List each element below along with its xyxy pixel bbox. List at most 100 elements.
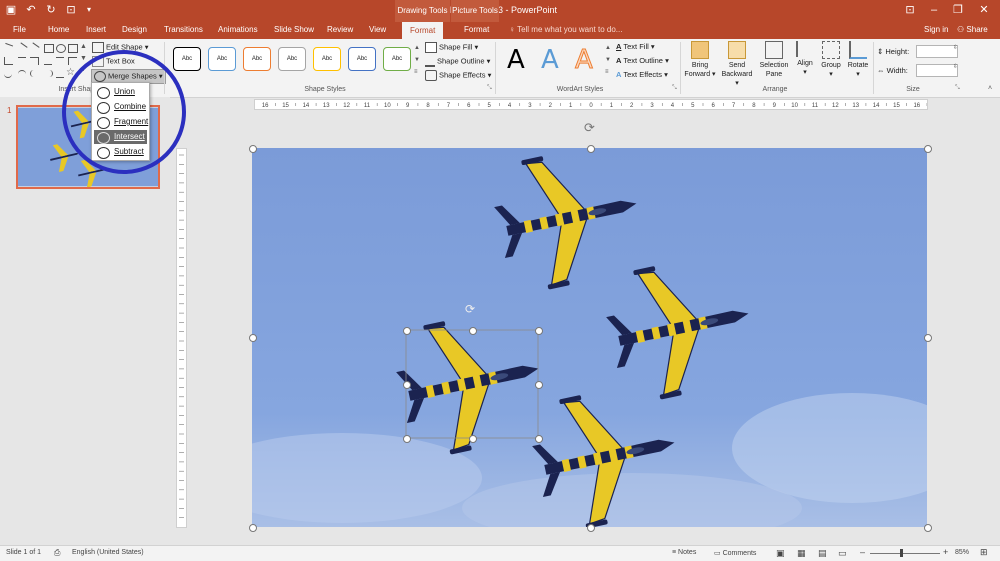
- styles-scroll-down-icon[interactable]: ▼: [414, 57, 420, 63]
- resize-handle[interactable]: [249, 145, 257, 153]
- height-spinner-icon[interactable]: ⇳: [953, 44, 958, 51]
- vertical-ruler[interactable]: [176, 148, 187, 528]
- wordart-more-icon[interactable]: ≡: [605, 69, 609, 75]
- wordart-scroll-down-icon[interactable]: ▼: [605, 57, 611, 63]
- group-button[interactable]: Group ▾: [818, 41, 844, 79]
- resize-handle[interactable]: [924, 524, 932, 532]
- shape-style-swatch-orange[interactable]: Abc: [243, 47, 271, 71]
- align-button[interactable]: Align ▾: [793, 41, 817, 77]
- size-launcher-icon[interactable]: ⤡: [955, 85, 960, 92]
- ribbon-display-options-icon[interactable]: ⊡: [898, 2, 922, 18]
- arrow-shape-icon[interactable]: [16, 42, 28, 54]
- triangle-shape-icon[interactable]: [4, 57, 13, 65]
- tab-format-picture[interactable]: Format: [464, 25, 489, 34]
- elbow-shape-icon[interactable]: [30, 57, 39, 65]
- brace-shape-icon[interactable]: [30, 70, 39, 77]
- tab-slide-show[interactable]: Slide Show: [274, 25, 314, 34]
- shape-resize-handle[interactable]: [403, 327, 411, 335]
- tab-insert[interactable]: Insert: [86, 25, 106, 34]
- slide-picture[interactable]: [252, 148, 927, 527]
- wordart-style-black[interactable]: A: [507, 45, 525, 75]
- rectangle-shape-icon[interactable]: [44, 44, 54, 53]
- text-fill-button[interactable]: A Text Fill ▾: [616, 42, 655, 51]
- shape-style-swatch-black[interactable]: Abc: [173, 47, 201, 71]
- resize-handle[interactable]: [924, 145, 932, 153]
- width-input[interactable]: [916, 64, 958, 77]
- shape-styles-launcher-icon[interactable]: ⤡: [487, 85, 492, 92]
- curve-shape-icon[interactable]: [68, 57, 77, 65]
- send-backward-button[interactable]: Send Backward ▾: [719, 41, 755, 88]
- sign-in-link[interactable]: Sign in: [924, 25, 948, 34]
- zoom-slider[interactable]: [870, 553, 940, 554]
- normal-view-icon[interactable]: ▣: [776, 548, 785, 559]
- resize-handle[interactable]: [587, 524, 595, 532]
- tab-design[interactable]: Design: [122, 25, 147, 34]
- wordart-style-blue[interactable]: A: [541, 45, 559, 75]
- shape-outline-button[interactable]: Shape Outline ▾: [425, 56, 490, 67]
- shape-style-swatch-blue[interactable]: Abc: [208, 47, 236, 71]
- height-input[interactable]: [916, 45, 958, 58]
- slide-sorter-icon[interactable]: ▦: [797, 548, 806, 559]
- tell-me-search[interactable]: ♀ Tell me what you want to do...: [509, 25, 622, 34]
- shape-style-swatch-gold[interactable]: Abc: [313, 47, 341, 71]
- shape-resize-handle[interactable]: [535, 381, 543, 389]
- collapse-ribbon-icon[interactable]: ˄: [988, 85, 992, 92]
- spelling-check-icon[interactable]: ⎙: [54, 548, 60, 558]
- comments-button[interactable]: ▭ Comments: [714, 549, 756, 557]
- shape-resize-handle[interactable]: [469, 327, 477, 335]
- resize-handle[interactable]: [249, 334, 257, 342]
- brace-right-shape-icon[interactable]: [44, 70, 53, 77]
- rotate-button[interactable]: Rotate ▾: [845, 41, 871, 79]
- tab-animations[interactable]: Animations: [218, 25, 258, 34]
- reading-view-icon[interactable]: ▤: [818, 548, 827, 559]
- fit-to-window-icon[interactable]: ⊞: [980, 547, 988, 558]
- shape-resize-handle[interactable]: [535, 327, 543, 335]
- styles-more-icon[interactable]: ≡: [414, 69, 418, 75]
- wordart-style-orange[interactable]: A: [575, 45, 594, 76]
- double-arrow-shape-icon[interactable]: [28, 42, 40, 54]
- slide-show-icon[interactable]: ▭: [838, 548, 847, 559]
- shape-resize-handle[interactable]: [403, 381, 411, 389]
- text-effects-button[interactable]: A Text Effects ▾: [616, 70, 668, 79]
- tab-review[interactable]: Review: [327, 25, 353, 34]
- oval-shape-icon[interactable]: [56, 44, 66, 53]
- selection-pane-button[interactable]: Selection Pane: [757, 41, 791, 79]
- tab-home[interactable]: Home: [48, 25, 69, 34]
- restore-icon[interactable]: ❐: [946, 2, 970, 18]
- zoom-in-icon[interactable]: +: [943, 547, 948, 557]
- zoom-level[interactable]: 85%: [955, 549, 969, 556]
- horizontal-ruler[interactable]: 16 15 14 13 12 11 10 9 8 7 6 5 4 3 2 1 0 1 2 3 4 5 6 7 8 9 10 11 12 1…: [254, 99, 928, 110]
- close-icon[interactable]: ✕: [972, 2, 996, 18]
- callout-shape-icon[interactable]: [56, 70, 64, 78]
- zoom-out-icon[interactable]: –: [860, 547, 865, 557]
- tab-view[interactable]: View: [369, 25, 386, 34]
- rotate-handle-icon[interactable]: ⟳: [584, 120, 595, 136]
- shape-resize-handle[interactable]: [469, 435, 477, 443]
- tab-format-drawing[interactable]: Format: [402, 22, 444, 39]
- shape-style-swatch-gray[interactable]: Abc: [278, 47, 306, 71]
- styles-scroll-up-icon[interactable]: ▲: [414, 45, 420, 51]
- wordart-launcher-icon[interactable]: ⤡: [672, 85, 677, 92]
- share-button[interactable]: ⚇ Share: [957, 25, 988, 34]
- resize-handle[interactable]: [249, 524, 257, 532]
- resize-handle[interactable]: [924, 334, 932, 342]
- line-shape-icon[interactable]: [2, 42, 14, 54]
- wave-shape-icon[interactable]: [18, 70, 26, 78]
- shape-resize-handle[interactable]: [403, 435, 411, 443]
- bent-line-shape-icon[interactable]: [18, 57, 26, 65]
- arc-shape-icon[interactable]: [4, 70, 12, 78]
- slide-canvas[interactable]: ⟳ ⟳: [249, 120, 932, 532]
- language-indicator[interactable]: English (United States): [72, 549, 144, 556]
- gallery-scroll-up-icon[interactable]: ▲: [80, 43, 87, 50]
- text-box-shape-icon[interactable]: [68, 44, 78, 53]
- text-outline-button[interactable]: A Text Outline ▾: [616, 56, 669, 65]
- tab-file[interactable]: File: [13, 25, 26, 34]
- shape-effects-button[interactable]: Shape Effects ▾: [425, 70, 491, 81]
- zoom-slider-thumb[interactable]: [900, 549, 903, 557]
- tab-transitions[interactable]: Transitions: [164, 25, 203, 34]
- bring-forward-button[interactable]: Bring Forward ▾: [684, 41, 716, 79]
- shape-resize-handle[interactable]: [535, 435, 543, 443]
- arrow-up-shape-icon[interactable]: [56, 57, 64, 65]
- shape-style-swatch-green[interactable]: Abc: [383, 47, 411, 71]
- resize-handle[interactable]: [587, 145, 595, 153]
